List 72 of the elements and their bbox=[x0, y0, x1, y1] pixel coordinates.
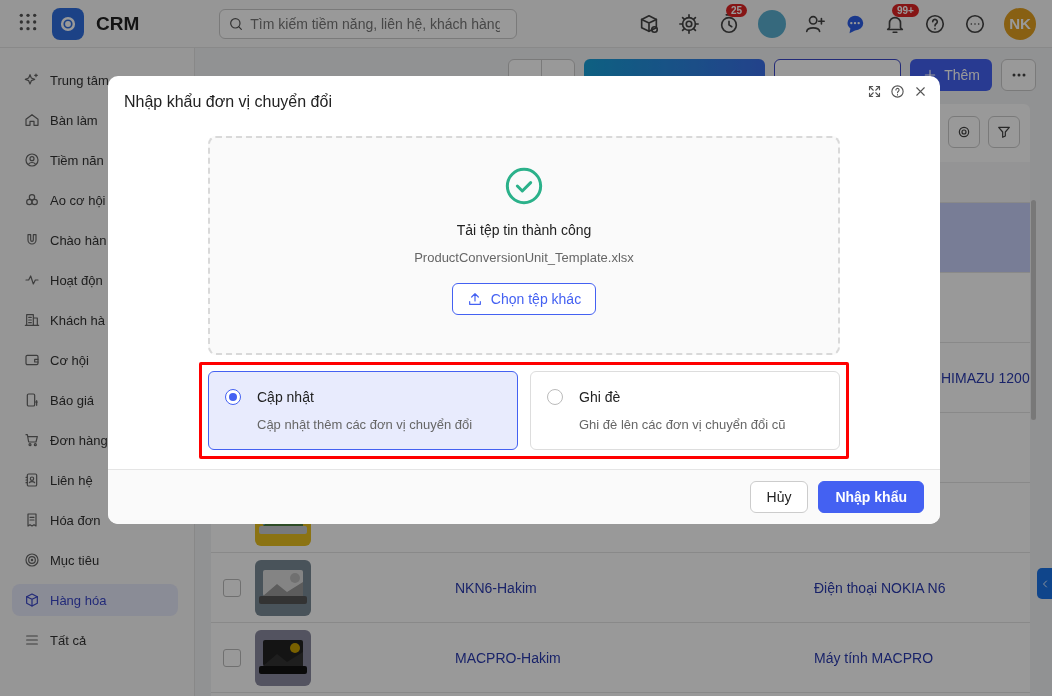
import-button[interactable]: Nhập khẩu bbox=[818, 481, 924, 513]
side-panel-toggle[interactable] bbox=[1037, 568, 1052, 599]
magnet-icon bbox=[24, 232, 40, 248]
timer-icon bbox=[718, 12, 740, 35]
logo-icon bbox=[52, 7, 84, 40]
sidebar-item[interactable]: Khách hà bbox=[12, 304, 178, 336]
dialog-title: Nhập khẩu đơn vị chuyển đổi bbox=[124, 93, 332, 111]
radio-button[interactable] bbox=[547, 389, 563, 406]
cancel-button[interactable]: Hủy bbox=[749, 481, 809, 513]
choose-file-button[interactable]: Chọn tệp khác bbox=[451, 283, 597, 316]
product-code[interactable]: NKN6-Hakim bbox=[455, 579, 537, 596]
pulse-icon bbox=[24, 272, 40, 288]
menu-icon bbox=[24, 632, 40, 648]
product-name[interactable]: Máy tính MACPRO bbox=[814, 649, 934, 666]
sidebar-item[interactable]: Liên hệ bbox=[12, 464, 178, 496]
sidebar-item[interactable]: Hóa đơn bbox=[12, 504, 178, 536]
receipt-icon bbox=[24, 512, 40, 528]
product-code[interactable]: MACPRO-Hakim bbox=[455, 649, 561, 666]
help-icon bbox=[890, 84, 905, 99]
table-row[interactable]: NKN6-Hakim Điện thoại NOKIA N6 bbox=[211, 553, 1030, 623]
success-check-icon bbox=[504, 166, 544, 207]
row-checkbox[interactable] bbox=[223, 578, 241, 597]
app-name: CRM bbox=[96, 12, 140, 35]
sidebar-item[interactable]: Hoạt độn bbox=[12, 264, 178, 296]
upload-icon bbox=[466, 291, 483, 308]
home-icon bbox=[24, 112, 40, 128]
help-icon bbox=[924, 12, 946, 35]
sidebar-item[interactable]: Tiềm năn bbox=[12, 144, 178, 176]
person-icon bbox=[24, 152, 40, 168]
box-icon bbox=[24, 592, 40, 608]
row-checkbox[interactable] bbox=[223, 648, 241, 667]
avatar[interactable] bbox=[758, 9, 786, 38]
search-icon bbox=[228, 15, 245, 32]
product-name[interactable]: HIMAZU 1200 bbox=[941, 369, 1030, 386]
radio-button[interactable] bbox=[225, 389, 241, 406]
settings-button[interactable] bbox=[948, 116, 980, 148]
more-icon bbox=[1011, 73, 1026, 77]
sidebar-item[interactable]: Mục tiêu bbox=[12, 544, 178, 576]
option-description: Ghi đè lên các đơn vị chuyển đổi cũ bbox=[579, 417, 787, 433]
more-icon bbox=[964, 12, 986, 35]
option-description: Cập nhật thêm các đơn vị chuyển đổi bbox=[257, 417, 474, 433]
count-badge: 25 bbox=[726, 3, 748, 17]
sidebar-item[interactable]: Đơn hàng bbox=[12, 424, 178, 456]
contact-icon bbox=[24, 472, 40, 488]
import-option[interactable]: Ghi đè Ghi đè lên các đơn vị chuyển đổi cũ bbox=[530, 371, 840, 451]
phone-icon bbox=[24, 392, 40, 408]
target-icon bbox=[24, 552, 40, 568]
import-option[interactable]: Cập nhật Cập nhật thêm các đơn vị chuyển đổi bbox=[208, 371, 518, 451]
sidebar-item[interactable]: Cơ hội bbox=[12, 344, 178, 376]
cart-icon bbox=[24, 432, 40, 448]
count-badge: 99+ bbox=[892, 3, 919, 17]
box-search-icon bbox=[638, 12, 660, 35]
product-name[interactable]: Điện thoại NOKIA N6 bbox=[814, 579, 946, 596]
sidebar-item[interactable]: Báo giá bbox=[12, 384, 178, 416]
circles-icon bbox=[24, 192, 40, 208]
sidebar-item[interactable]: Tất cả bbox=[12, 624, 178, 656]
filter-button[interactable] bbox=[988, 116, 1020, 148]
app-grid-icon bbox=[18, 11, 38, 32]
option-label: Cập nhật bbox=[257, 389, 315, 406]
sidebar-item[interactable]: Hàng hóa bbox=[12, 584, 178, 616]
filter-icon bbox=[996, 124, 1012, 140]
sidebar-item[interactable]: Ao cơ hội bbox=[12, 184, 178, 216]
file-name: ProductConversionUnit_Template.xlsx bbox=[414, 250, 634, 266]
table-row[interactable]: MACPRO-Hakim Máy tính MACPRO bbox=[211, 623, 1030, 693]
upload-status: Tải tệp tin thành công bbox=[456, 222, 592, 239]
option-label: Ghi đè bbox=[579, 389, 622, 406]
scrollbar[interactable] bbox=[1031, 200, 1036, 420]
close-icon bbox=[913, 84, 928, 99]
sidebar-item[interactable]: Chào hàn bbox=[12, 224, 178, 256]
expand-icon bbox=[867, 84, 882, 99]
building-icon bbox=[24, 312, 40, 328]
wallet-icon bbox=[24, 352, 40, 368]
